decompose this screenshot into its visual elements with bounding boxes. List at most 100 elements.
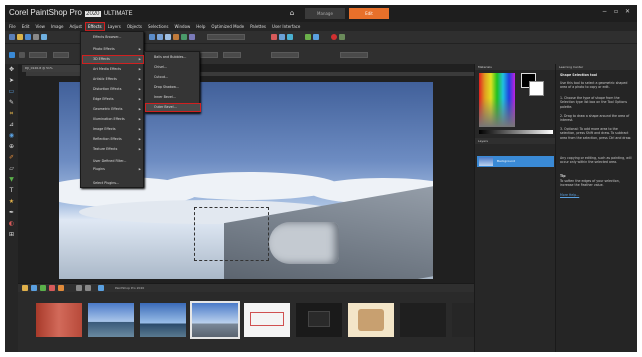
grid-icon[interactable] — [181, 34, 187, 40]
paint-brush-icon[interactable]: ✐ — [8, 155, 15, 161]
selection-tool-icon[interactable]: ▭ — [8, 89, 15, 95]
mode-dropdown[interactable] — [53, 52, 69, 58]
menu-cutout[interactable]: Cutout... — [146, 74, 200, 81]
selection-type-dropdown[interactable] — [29, 52, 47, 58]
open-folder-icon[interactable] — [17, 34, 23, 40]
text-tool-icon[interactable]: T — [8, 188, 15, 194]
thumbnail[interactable] — [296, 303, 342, 337]
tag-icon[interactable] — [40, 285, 46, 291]
height-input[interactable] — [223, 52, 241, 58]
info-icon[interactable] — [98, 285, 104, 291]
pen-tool-icon[interactable]: ✒ — [8, 210, 15, 216]
new-file-icon[interactable] — [9, 34, 15, 40]
thumbnail[interactable] — [140, 303, 186, 337]
red-eye-tool-icon[interactable]: ◉ — [8, 133, 15, 139]
width-input[interactable] — [200, 52, 218, 58]
camera-raw-icon[interactable] — [305, 34, 311, 40]
menu-adjust[interactable]: Adjust — [67, 23, 84, 30]
maximize-button[interactable]: ▫ — [614, 8, 618, 15]
thumbnail[interactable] — [400, 303, 446, 337]
rating-icon[interactable] — [49, 285, 55, 291]
menu-art-media-effects[interactable]: Art Media Effects ▶ — [83, 66, 143, 73]
menu-user-defined-filter[interactable]: User Defined Filter... — [83, 158, 143, 165]
save-icon[interactable] — [25, 34, 31, 40]
menu-help[interactable]: Help — [194, 23, 207, 30]
menu-edge-effects[interactable]: Edge Effects ▶ — [83, 96, 143, 103]
menu-effects[interactable]: Effects — [85, 22, 105, 31]
menu-geometric-effects[interactable]: Geometric Effects ▶ — [83, 106, 143, 113]
shape-tool-icon[interactable]: ★ — [8, 199, 15, 205]
menu-optimized-mode[interactable]: Optimized Mode — [209, 23, 246, 30]
menu-illumination-effects[interactable]: Illumination Effects ▶ — [83, 116, 143, 123]
menu-palettes[interactable]: Palettes — [248, 23, 268, 30]
tab-home[interactable]: ⌂ — [285, 8, 299, 19]
crop-tool-side-icon[interactable]: ⌗ — [8, 111, 15, 117]
menu-layers[interactable]: Layers — [106, 23, 123, 30]
menu-balls-and-bubbles[interactable]: Balls and Bubbles... — [146, 54, 200, 61]
pick-tool-icon[interactable]: ➤ — [8, 78, 15, 84]
close-button[interactable]: ✕ — [625, 8, 630, 15]
dropper-tool-icon[interactable]: ✎ — [8, 100, 15, 106]
menu-view[interactable]: View — [33, 23, 47, 30]
menu-file[interactable]: File — [7, 23, 18, 30]
straighten-tool-icon[interactable]: ⊿ — [8, 122, 15, 128]
menu-user-interface[interactable]: User Interface — [270, 23, 302, 30]
brush-icon[interactable] — [271, 34, 277, 40]
more-tools-icon[interactable]: ⊞ — [8, 232, 15, 238]
tab-manage[interactable]: Manage — [305, 8, 345, 19]
thumbnail[interactable] — [36, 303, 82, 337]
thumbnail[interactable] — [244, 303, 290, 337]
fill-tool-icon[interactable]: ▼ — [8, 177, 15, 183]
menu-select-plugins[interactable]: Select Plugins... — [83, 180, 143, 187]
menu-inner-bevel[interactable]: Inner Bevel... — [146, 94, 200, 101]
menu-drop-shadow[interactable]: Drop Shadow... — [146, 84, 200, 91]
selection-preset-icon[interactable] — [9, 52, 15, 58]
view-icon[interactable] — [31, 285, 37, 291]
menu-edit[interactable]: Edit — [20, 23, 32, 30]
folder-icon[interactable] — [22, 285, 28, 291]
menu-window[interactable]: Window — [173, 23, 193, 30]
filter-icon[interactable] — [85, 285, 91, 291]
print-icon[interactable] — [33, 34, 39, 40]
menu-image-effects[interactable]: Image Effects ▶ — [83, 126, 143, 133]
style-dropdown[interactable] — [271, 52, 299, 58]
menu-3d-effects[interactable]: 3D Effects ▶ — [82, 55, 144, 64]
menu-plugins[interactable]: Plugins ▶ — [83, 166, 143, 173]
minimize-button[interactable]: − — [602, 8, 607, 15]
menu-objects[interactable]: Objects — [125, 23, 144, 30]
menu-distortion-effects[interactable]: Distortion Effects ▶ — [83, 86, 143, 93]
menu-selections[interactable]: Selections — [146, 23, 171, 30]
zoom-dropdown[interactable] — [207, 34, 245, 40]
layer-icon[interactable] — [173, 34, 179, 40]
thumbnail[interactable] — [348, 303, 394, 337]
menu-photo-effects[interactable]: Photo Effects ▶ — [83, 46, 143, 53]
record-icon[interactable] — [331, 34, 337, 40]
selection-marquee[interactable] — [194, 207, 269, 261]
document-tab[interactable]: DJI_0126-8 @ 51% — [22, 65, 82, 72]
eraser-tool-icon[interactable]: ▱ — [8, 166, 15, 172]
thumbnail-selected[interactable] — [190, 301, 240, 339]
play-icon[interactable] — [339, 34, 345, 40]
script-icon[interactable] — [279, 34, 285, 40]
selection-type-icon[interactable] — [19, 52, 25, 58]
share-icon[interactable] — [287, 34, 293, 40]
more-help-link[interactable]: More Help... — [560, 193, 634, 197]
menu-reflection-effects[interactable]: Reflection Effects ▶ — [83, 136, 143, 143]
thumbnail[interactable] — [452, 303, 474, 337]
grayscale-strip[interactable] — [479, 130, 553, 134]
menu-effects-browser[interactable]: Effects Browser... — [83, 34, 143, 41]
menu-artistic-effects[interactable]: Artistic Effects ▶ — [83, 76, 143, 83]
menu-chisel[interactable]: Chisel... — [146, 64, 200, 71]
resize-icon[interactable] — [157, 34, 163, 40]
rotate-icon[interactable] — [165, 34, 171, 40]
crop-tool-icon[interactable] — [149, 34, 155, 40]
menu-outer-bevel[interactable]: Outer Bevel... — [145, 103, 201, 112]
flag-icon[interactable] — [58, 285, 64, 291]
clone-tool-icon[interactable]: ⊕ — [8, 144, 15, 150]
enhance-icon[interactable] — [313, 34, 319, 40]
tab-edit[interactable]: Edit — [349, 8, 389, 19]
thumbnail[interactable] — [88, 303, 134, 337]
sort-icon[interactable] — [76, 285, 82, 291]
pan-tool-icon[interactable]: ✥ — [8, 67, 15, 73]
menu-texture-effects[interactable]: Texture Effects ▶ — [83, 146, 143, 153]
